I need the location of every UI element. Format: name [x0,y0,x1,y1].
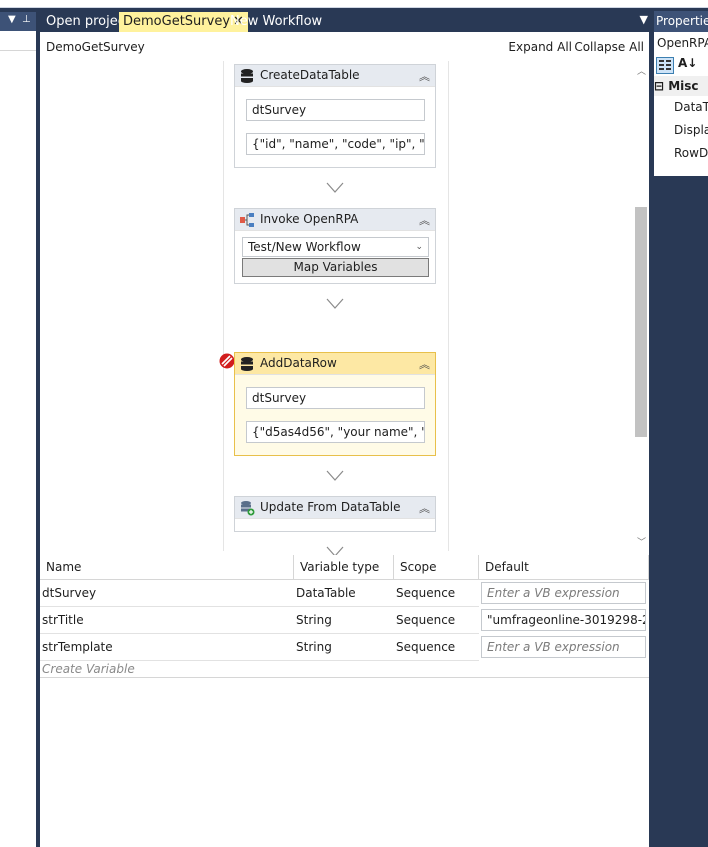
tab-new-workflow[interactable]: New Workflow [226,12,326,32]
column-header-type[interactable]: Variable type [294,555,394,580]
column-header-name[interactable]: Name [40,555,294,580]
left-panel-header: ▼ ⊥ [0,12,36,31]
tab-label: New Workflow [230,14,323,29]
activity-create-datatable[interactable]: CreateDataTable ︽ dtSurvey {"id", "name"… [234,64,436,168]
column-header-default[interactable]: Default [479,555,649,580]
property-item[interactable]: Display [654,119,708,142]
designer-canvas: CreateDataTable ︽ dtSurvey {"id", "name"… [40,61,649,557]
activity-header[interactable]: Invoke OpenRPA ︽ [235,209,435,231]
document-tabs: Open project DemoGetSurvey ✕ New Workflow… [40,11,652,32]
activity-title: Invoke OpenRPA [260,212,359,226]
tab-label: DemoGetSurvey [123,14,231,29]
categorized-icon[interactable] [656,57,674,74]
validation-error-icon[interactable] [219,353,235,369]
flow-arrow-icon [326,182,344,193]
column-header-scope[interactable]: Scope [394,555,479,580]
activity-add-datarow[interactable]: AddDataRow ︽ dtSurvey {"d5as4d56", "your… [234,352,436,456]
default-value-input[interactable]: Enter a VB expression [481,582,646,604]
collapse-chevron-icon[interactable]: ︽ [419,500,430,516]
row-values-field[interactable]: {"d5as4d56", "your name", "cod [246,421,425,443]
property-item[interactable]: RowDa [654,142,708,165]
columns-field[interactable]: {"id", "name", "code", "ip", "sta [246,133,425,155]
pin-icon[interactable]: ⊥ [22,14,31,25]
properties-toolbar: A↓ [654,54,708,76]
workflow-icon [240,213,254,227]
variable-type[interactable]: String [294,607,394,634]
variable-type[interactable]: DataTable [294,580,394,607]
sort-alphabetical-icon[interactable]: A↓ [678,56,697,70]
create-variable-row[interactable]: Create Variable [42,662,135,676]
variable-type[interactable]: String [294,634,394,661]
variable-scope[interactable]: Sequence [394,634,479,661]
designer-scrollbar[interactable]: ︿ ﹀ [633,61,649,551]
left-panel-row [0,31,36,51]
activity-title: Update From DataTable [260,500,401,514]
flow-arrow-icon [326,298,344,309]
activity-title: CreateDataTable [260,68,360,82]
workflow-select[interactable]: Test/New Workflow ⌄ [242,237,429,257]
category-label: Misc [668,79,699,93]
expand-all-link[interactable]: Expand All [508,40,572,54]
database-update-icon [241,501,255,516]
collapse-chevron-icon[interactable]: ︽ [419,212,430,228]
activity-invoke-openrpa[interactable]: Invoke OpenRPA ︽ Test/New Workflow ⌄ Map… [234,208,436,284]
collapse-all-link[interactable]: Collapse All [574,40,644,54]
collapse-box-icon[interactable]: ⊟ [654,79,668,93]
scrollbar-thumb[interactable] [635,207,647,437]
scroll-down-icon[interactable]: ﹀ [637,535,646,548]
scroll-up-icon[interactable]: ︿ [637,64,646,77]
activity-header[interactable]: Update From DataTable ︽ [235,497,435,519]
activity-update-from-datatable[interactable]: Update From DataTable ︽ [234,496,436,532]
database-icon [241,69,253,83]
variable-scope[interactable]: Sequence [394,607,479,634]
collapse-chevron-icon[interactable]: ︽ [419,68,430,84]
property-item[interactable]: DataTa [654,96,708,119]
activity-header[interactable]: CreateDataTable ︽ [235,65,435,87]
chevron-down-icon: ⌄ [415,242,423,252]
left-panel: ▼ ⊥ [0,12,36,847]
variable-scope[interactable]: Sequence [394,580,479,607]
properties-title: Properties [654,11,708,32]
default-value-input[interactable]: "umfrageonline-3019298-202 [481,609,646,631]
divider [40,677,649,678]
map-variables-button[interactable]: Map Variables [242,258,429,277]
variable-name[interactable]: dtSurvey [40,580,294,607]
properties-panel: Properties OpenRPA A↓ ⊟ Misc DataTa Disp… [654,11,708,176]
default-value-input[interactable]: Enter a VB expression [481,636,646,658]
dropdown-icon[interactable]: ▼ [8,14,16,25]
variable-name[interactable]: strTitle [40,607,294,634]
variable-name[interactable]: strTemplate [40,634,294,661]
breadcrumb[interactable]: DemoGetSurvey [46,40,145,54]
flow-arrow-icon [326,470,344,481]
tab-label: Open project [46,14,130,29]
variables-panel: Name Variable type Scope Default dtSurve… [40,555,649,680]
datatable-field[interactable]: dtSurvey [246,387,425,409]
activity-title: AddDataRow [260,356,337,370]
activity-header[interactable]: AddDataRow ︽ [235,353,435,375]
tab-menu-icon[interactable]: ▼ [640,13,648,26]
workflow-designer: DemoGetSurvey Expand All Collapse All Cr… [40,32,649,847]
database-icon [241,357,253,371]
datatable-field[interactable]: dtSurvey [246,99,425,121]
workflow-select-value: Test/New Workflow [248,240,361,254]
top-strip [0,0,708,8]
collapse-chevron-icon[interactable]: ︽ [419,356,430,372]
category-misc[interactable]: ⊟ Misc [654,76,708,96]
selected-object-name: OpenRPA [657,36,708,50]
